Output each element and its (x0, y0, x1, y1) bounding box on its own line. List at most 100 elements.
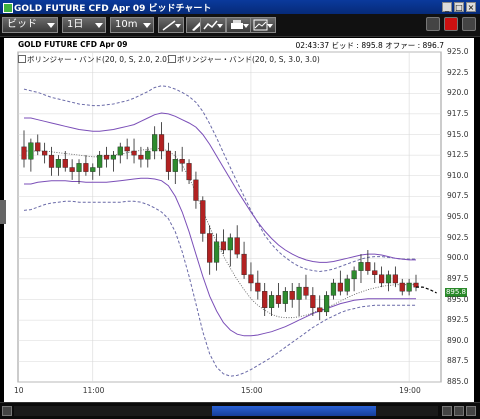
candle-body (351, 270, 357, 280)
candle-body (358, 262, 364, 271)
y-tick-label: 915.0 (447, 129, 469, 139)
candle-body (42, 150, 48, 156)
scroll-thumb[interactable] (212, 406, 376, 416)
y-tick-label: 897.5 (447, 273, 469, 283)
time-scrollbar[interactable] (0, 402, 480, 419)
x-tick-label: 19:00 (399, 386, 421, 395)
legend-label: ボリンジャー・バンド(20, 0, S, 2.0, 2.0) (27, 55, 170, 64)
interval-label: 10m (115, 19, 138, 30)
candle-body (406, 282, 412, 292)
alert-button[interactable] (444, 17, 458, 31)
candle-body (317, 307, 323, 313)
candle-body (158, 134, 165, 152)
candle-body (282, 291, 288, 304)
draw-line-button[interactable] (158, 17, 184, 33)
candle-body (103, 154, 110, 160)
scroll-left-button[interactable] (2, 406, 12, 416)
candle-body (145, 150, 151, 160)
candle-body (372, 270, 378, 275)
help-button[interactable] (462, 17, 476, 31)
bid-value: 895.8 (361, 41, 383, 50)
candle-body (21, 146, 27, 160)
checkbox-icon[interactable] (168, 55, 176, 63)
candle-body (255, 282, 261, 292)
candle-body (62, 159, 68, 168)
y-tick-label: 902.5 (447, 232, 469, 242)
legend-item-bb2[interactable]: ボリンジャー・バンド(20, 0, S, 2.0, 2.0) (18, 54, 170, 65)
y-tick-label: 910.0 (447, 170, 469, 180)
x-tick-label: 10 (14, 386, 24, 395)
candle-body (344, 278, 350, 292)
price-type-label: ビッド (7, 19, 37, 30)
candle-body (296, 286, 302, 300)
settings-button[interactable] (426, 17, 440, 31)
zoom-in-button[interactable] (466, 406, 476, 416)
panel-resize-handle[interactable] (0, 200, 6, 224)
price-type-dropdown[interactable]: ビッド (2, 17, 58, 33)
candle-body (220, 241, 227, 251)
candle-body (83, 163, 89, 172)
scroll-right-button[interactable] (442, 406, 452, 416)
close-button[interactable]: × (466, 2, 476, 12)
candle-body (207, 233, 213, 263)
candle-body (172, 159, 178, 172)
period-dropdown[interactable]: 1日 (62, 17, 106, 33)
candle-body (110, 154, 117, 160)
y-tick-label: 905.0 (447, 212, 469, 221)
candle-body (76, 163, 82, 172)
y-tick-label: 885.0 (447, 377, 469, 386)
candle-body (379, 274, 385, 284)
x-tick-label: 15:00 (240, 386, 263, 395)
chart-panel[interactable]: GOLD FUTURE CFD Apr 09 02:43:37 ビッド : 89… (4, 38, 474, 402)
y-tick-label: 922.5 (447, 67, 469, 77)
y-tick-label: 917.5 (447, 108, 469, 118)
candle-body (365, 262, 371, 271)
candle-body (289, 291, 295, 300)
offer-value: 896.7 (422, 41, 444, 50)
chevron-down-icon (95, 23, 103, 28)
indicator-button[interactable] (200, 17, 226, 33)
candle-body (138, 154, 144, 160)
candle-body (35, 142, 41, 152)
candle-body (268, 295, 275, 308)
candle-body (248, 274, 254, 284)
candle-body (131, 150, 137, 156)
print-button[interactable] (226, 17, 252, 33)
save-image-button[interactable] (250, 17, 276, 33)
quote-time: 02:43:37 (295, 41, 330, 50)
candle-body (193, 179, 199, 201)
period-label: 1日 (67, 19, 84, 30)
candle-body (165, 150, 172, 172)
candle-body (399, 282, 405, 292)
candle-body (241, 253, 247, 275)
candle-body (186, 163, 192, 181)
candle-body (385, 274, 392, 284)
y-tick-label: 892.5 (447, 315, 469, 325)
legend-item-bb3[interactable]: ボリンジャー・バンド(20, 0, S, 3.0, 3.0) (168, 54, 320, 65)
candle-body (97, 154, 103, 168)
y-tick-label: 887.5 (447, 356, 469, 366)
chevron-down-icon (143, 23, 151, 28)
candle-body (48, 154, 55, 168)
quote-readout: 02:43:37 ビッド : 895.8 オファー : 896.7 (295, 40, 444, 51)
x-tick-label: 11:00 (82, 386, 105, 395)
y-tick-label: 895.0 (447, 294, 469, 304)
candle-body (152, 134, 158, 152)
interval-dropdown[interactable]: 10m (110, 17, 154, 33)
title-bar[interactable]: GOLD FUTURE CFD Apr 09 ビッドチャート _ □ × (0, 0, 480, 14)
window-title: GOLD FUTURE CFD Apr 09 ビッドチャート (14, 4, 212, 14)
y-tick-label: 907.5 (447, 191, 469, 201)
y-tick-label: 920.0 (447, 88, 469, 98)
candle-body (213, 241, 220, 263)
candle-body (323, 295, 330, 313)
minimize-button[interactable]: _ (442, 2, 452, 12)
zoom-out-button[interactable] (454, 406, 464, 416)
candle-body (124, 146, 130, 152)
y-tick-label: 890.0 (447, 335, 469, 345)
checkbox-icon[interactable] (18, 55, 26, 63)
toolbar: ビッド 1日 10m (0, 14, 480, 37)
chart-area[interactable] (4, 38, 474, 402)
maximize-button[interactable]: □ (454, 2, 464, 12)
y-tick-label: 912.5 (447, 150, 469, 160)
chart-window: GOLD FUTURE CFD Apr 09 ビッドチャート _ □ × ビッド… (0, 0, 480, 419)
